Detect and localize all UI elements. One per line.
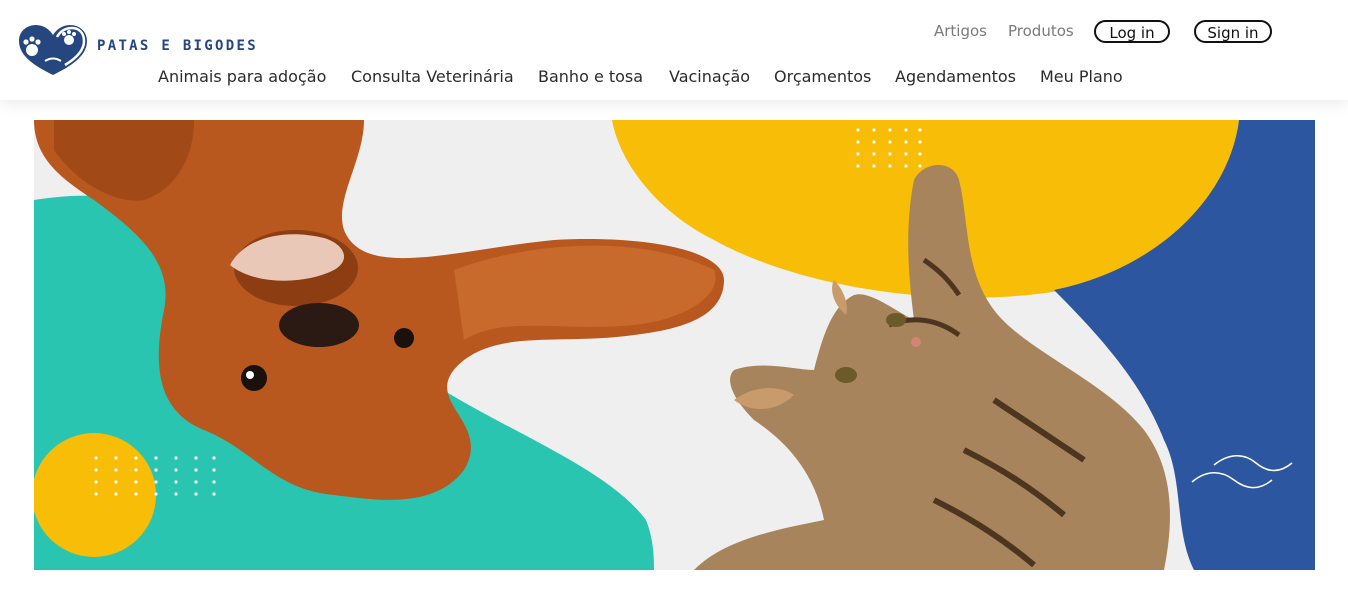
nav-item-agendamentos[interactable]: Agendamentos bbox=[895, 67, 1016, 86]
brand-name: PATAS E BIGODES bbox=[97, 38, 258, 54]
nav-item-orcamentos[interactable]: Orçamentos bbox=[774, 67, 871, 86]
nav-item-meu-plano[interactable]: Meu Plano bbox=[1040, 67, 1123, 86]
hero-banner bbox=[34, 120, 1315, 570]
nav-item-vacinacao[interactable]: Vacinação bbox=[669, 67, 750, 86]
articles-link[interactable]: Artigos bbox=[934, 22, 987, 40]
products-link[interactable]: Produtos bbox=[1008, 22, 1074, 40]
paw-heart-logo-icon bbox=[19, 25, 87, 75]
nav-item-banho-e-tosa[interactable]: Banho e tosa bbox=[538, 67, 643, 86]
dog-and-cat-banner bbox=[34, 120, 1315, 570]
nav-item-consulta-veterinaria[interactable]: Consulta Veterinária bbox=[351, 67, 514, 86]
site-header: PATAS E BIGODES Artigos Produtos Log in … bbox=[0, 0, 1348, 100]
signin-button[interactable]: Sign in bbox=[1194, 20, 1272, 43]
nav-item-adocao[interactable]: Animais para adoção bbox=[158, 67, 326, 86]
login-button[interactable]: Log in bbox=[1094, 20, 1170, 43]
